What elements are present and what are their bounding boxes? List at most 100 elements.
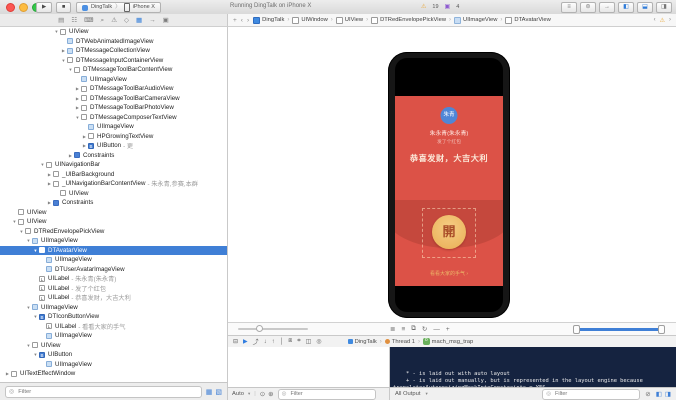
breadcrumb-item[interactable]: UIWindow	[292, 17, 335, 24]
zoom-slider[interactable]	[238, 328, 308, 330]
disclosure-triangle-icon[interactable]: ▼	[11, 219, 18, 224]
disclosure-triangle-icon[interactable]: ▶	[81, 143, 88, 148]
split-console-left-icon[interactable]: ◧	[656, 390, 662, 398]
disclosure-triangle-icon[interactable]: ▶	[60, 48, 67, 53]
tree-row[interactable]: L UILabel - 朱永青(朱永青)	[0, 274, 227, 284]
tree-row[interactable]: ▶ UITextEffectWindow	[0, 369, 227, 379]
open-envelope-button[interactable]: 開	[432, 215, 466, 249]
source-control-navigator-icon[interactable]: ☷	[71, 15, 77, 26]
breadcrumb-item[interactable]: DingTalk	[253, 17, 292, 24]
next-issue-button[interactable]: ›	[669, 17, 671, 23]
disclosure-triangle-icon[interactable]: ▼	[25, 343, 32, 348]
debug-breadcrumb-item[interactable]: Thread 1	[385, 339, 423, 345]
tree-row[interactable]: ▼ DTMessageComposerTextView	[0, 113, 227, 123]
simulate-location-icon[interactable]: ◎	[316, 338, 321, 345]
disclosure-triangle-icon[interactable]: ▶	[4, 371, 11, 376]
tree-row[interactable]: ▶ DTMessageToolBarCameraView	[0, 94, 227, 104]
tree-row[interactable]: ▼ UIView	[0, 27, 227, 37]
disclosure-triangle-icon[interactable]: ▼	[32, 352, 39, 357]
range-slider[interactable]	[574, 328, 664, 331]
breadcrumb-item[interactable]: UIView	[336, 17, 371, 24]
tree-row[interactable]: ▶ Constraints	[0, 198, 227, 208]
tree-row[interactable]: L UILabel - 发了个红包	[0, 284, 227, 294]
tree-row[interactable]: ▼ UIView	[0, 341, 227, 351]
tree-row[interactable]: UIImageView	[0, 360, 227, 370]
debugbar-separator[interactable]: │	[280, 339, 284, 345]
version-editor-icon[interactable]: →	[599, 2, 615, 13]
stop-button[interactable]: ■	[56, 2, 71, 13]
symbol-navigator-icon[interactable]: ⌨	[84, 15, 93, 26]
tree-row[interactable]: UIImageView	[0, 255, 227, 265]
tree-row[interactable]: ▼ DTMessageInputContainerView	[0, 56, 227, 66]
standard-editor-icon[interactable]: ≡	[561, 2, 577, 13]
debug-navigator-icon[interactable]: ▦	[136, 15, 142, 26]
spacing-decrease-icon[interactable]: —	[433, 326, 440, 333]
tree-row[interactable]: ▼ DTRedEnvelopePickView	[0, 227, 227, 237]
tree-row[interactable]: ▶ DTMessageCollectionView	[0, 46, 227, 56]
variables-filter-input[interactable]	[288, 390, 371, 398]
tree-row[interactable]: L UILabel - 恭喜发财，大吉大利	[0, 293, 227, 303]
disclosure-triangle-icon[interactable]: ▼	[25, 305, 32, 310]
disclosure-triangle-icon[interactable]: ▼	[53, 29, 60, 34]
assistant-editor-icon[interactable]: ⊜	[580, 2, 596, 13]
disclosure-triangle-icon[interactable]: ▼	[39, 162, 46, 167]
step-into-icon[interactable]: ↓	[264, 339, 267, 345]
debug-breadcrumb-item[interactable]: 0 mach_msg_trap	[423, 338, 473, 345]
show-types-icon[interactable]: ⊕	[268, 390, 273, 398]
tree-row[interactable]: ▼ UIImageView	[0, 236, 227, 246]
disclosure-triangle-icon[interactable]: ▼	[67, 67, 74, 72]
view-luck-link[interactable]: 看看大家的手气 ›	[395, 270, 503, 277]
report-navigator-icon[interactable]: ▣	[163, 15, 169, 26]
disclosure-triangle-icon[interactable]: ▶	[67, 153, 74, 158]
forward-button[interactable]: ›	[247, 17, 249, 24]
back-button[interactable]: ‹	[241, 17, 243, 24]
tree-row[interactable]: UIImageView	[0, 75, 227, 85]
disclosure-triangle-icon[interactable]: ▶	[46, 200, 53, 205]
clear-console-icon[interactable]: ⊘	[645, 390, 650, 398]
red-envelope-view[interactable]: 朱青 朱永青(朱永青) 发了个红包 恭喜发财，大吉大利 開 看看大家的手气 ›	[395, 96, 503, 286]
find-navigator-icon[interactable]: ⌕	[101, 15, 105, 26]
tree-row[interactable]: UIImageView	[0, 122, 227, 132]
disclosure-triangle-icon[interactable]: ▼	[60, 58, 67, 63]
debug-memory-graph-icon[interactable]: ⌗	[297, 338, 300, 345]
console-scope-select[interactable]: All Output	[395, 391, 420, 397]
filter-constraints-icon[interactable]: ▧	[215, 388, 222, 396]
tree-row[interactable]: DTUserAvatarImageView	[0, 265, 227, 275]
console-filter-input[interactable]	[553, 390, 636, 398]
breakpoint-navigator-icon[interactable]: →	[149, 15, 156, 26]
disclosure-triangle-icon[interactable]: ▶	[46, 181, 53, 186]
spacing-increase-icon[interactable]: +	[446, 326, 450, 333]
tree-row[interactable]: ▶ _UIBarBackground	[0, 170, 227, 180]
debug-view-hierarchy-icon[interactable]: ⧈	[288, 338, 292, 345]
disclosure-triangle-icon[interactable]: ▶	[81, 134, 88, 139]
variables-view[interactable]	[228, 347, 390, 387]
issue-badges[interactable]: ⚠ 19 ▣ 4	[421, 3, 459, 10]
tree-row[interactable]: ▼ DTAvatarView	[0, 246, 227, 256]
run-button[interactable]: ▶	[36, 2, 52, 13]
test-navigator-icon[interactable]: ◇	[124, 15, 129, 26]
disclosure-triangle-icon[interactable]: ▶	[74, 105, 81, 110]
zoom-slider-knob[interactable]	[256, 325, 263, 332]
disclosure-triangle-icon[interactable]: ▶	[46, 172, 53, 177]
tree-row[interactable]: ▶ B UIButton - 更	[0, 141, 227, 151]
disclosure-triangle-icon[interactable]: ▼	[25, 238, 32, 243]
range-slider-right-knob[interactable]	[658, 325, 665, 334]
scheme-selector[interactable]: DingTalk 〉 iPhone X	[76, 2, 161, 13]
iphone-screen[interactable]: 朱青 朱永青(朱永青) 发了个红包 恭喜发财，大吉大利 開 看看大家的手气 ›	[395, 58, 503, 312]
disclosure-triangle-icon[interactable]: ▼	[18, 229, 25, 234]
breadcrumb-item[interactable]: UIImageView	[454, 17, 505, 24]
issue-navigator-icon[interactable]: ⚠	[111, 15, 117, 26]
disclosure-triangle-icon[interactable]: ▼	[32, 248, 39, 253]
disclosure-triangle-icon[interactable]: ▶	[74, 96, 81, 101]
breadcrumb-item[interactable]: DTAvatarView	[505, 17, 550, 24]
show-variables-icon[interactable]: ⊙	[260, 390, 265, 398]
filter-views-icon[interactable]: ▦	[206, 388, 213, 396]
sidebar-filter-input[interactable]	[16, 388, 198, 396]
tree-row[interactable]: DTWebAnimatedImageView	[0, 37, 227, 47]
tree-row[interactable]: ▼ UINavigationBar	[0, 160, 227, 170]
variables-scope-select[interactable]: Auto	[232, 391, 244, 397]
disclosure-triangle-icon[interactable]: ▶	[74, 86, 81, 91]
tree-row[interactable]: ▼ B UIButton	[0, 350, 227, 360]
toggle-debug-area-icon[interactable]: ⬓	[637, 2, 653, 13]
combined-mode-icon[interactable]: ⧉	[411, 325, 416, 333]
